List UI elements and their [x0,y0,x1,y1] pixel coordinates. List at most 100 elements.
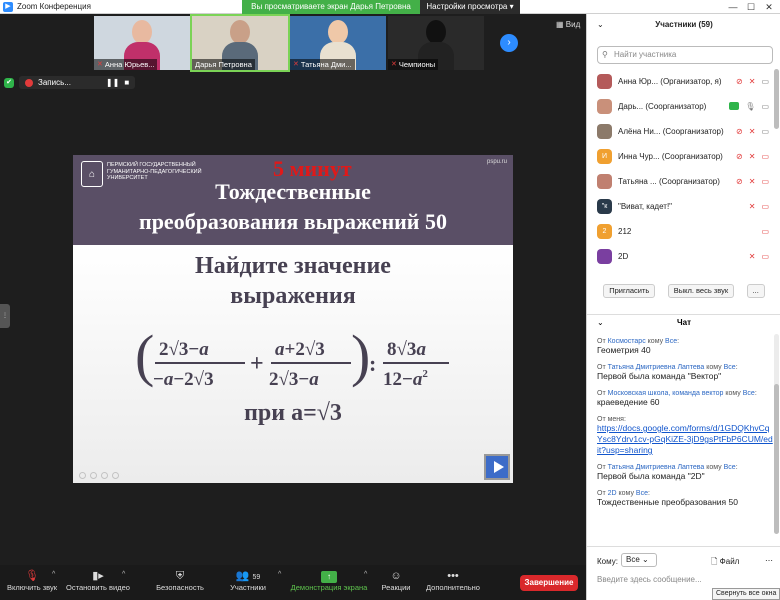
reactions-icon: ☺ [390,570,402,582]
participants-panel-header: ⌄ Участники (59) [587,20,780,34]
file-icon: 🗋 [711,557,718,566]
recipient-select[interactable]: Все ⌄ [621,553,657,567]
invite-button[interactable]: Пригласить [603,284,656,298]
participant-row[interactable]: 2 212 ▭ [587,219,773,244]
video-off-icon: ⊘ [736,177,743,186]
chevron-up-icon[interactable]: ^ [364,571,367,578]
message-meta: От меня: [597,416,626,423]
message-sender: 2D [607,490,617,497]
chat-more-icon[interactable]: ⋯ [765,556,773,565]
message-sender: Космостарс [607,338,646,345]
participant-status-icons: ▭ [761,227,769,236]
chevron-down-icon[interactable]: ⌄ [597,20,604,29]
maximize-icon[interactable]: ☐ [742,2,760,13]
from-label: От [597,490,606,497]
from-label: От меня [597,416,624,423]
participant-name-role: Дарь... (Соорганизатор) [618,102,706,111]
participants-button[interactable]: 👥 59 Участники ^ [224,569,281,592]
participant-name: Татьяна ... [618,177,657,186]
to-label: кому [706,364,722,371]
math-formula: ( 2√3−a −a−2√3 + a+2√3 2√3−a ) : 8√3a 12… [135,323,449,390]
participant-row[interactable]: 2D ✕ ▭ [587,244,773,269]
stop-video-button[interactable]: ▮▸ Остановить видео ^ [64,569,132,592]
close-icon[interactable]: ✕ [760,2,778,13]
minimize-icon[interactable]: — [724,2,742,12]
view-options-button[interactable]: Настройки просмотра ▾ [420,0,520,14]
slide-tool-icon[interactable] [112,472,119,479]
mic-off-icon: ✕ [293,61,299,68]
participant-row[interactable]: "к "Виват, кадет!" ✕ ▭ [587,194,773,219]
participant-search-input[interactable]: ⚲ Найти участника [597,46,773,64]
stop-video-label: Остановить видео [66,583,130,592]
message-link[interactable]: https://docs.google.com/forms/d/1GDQKhvC… [597,423,773,456]
view-button[interactable]: ▦ Вид [556,20,580,29]
participant-name: Чемпионы [398,60,436,69]
chevron-down-icon[interactable]: ⌄ [597,318,604,327]
video-tile[interactable]: ✕ Анна Юрьев... [94,16,190,70]
slide-next-icon[interactable] [484,454,510,480]
chat-message-input[interactable]: Введите здесь сообщение... [597,575,702,584]
mic-off-icon: ✕ [748,252,756,261]
chevron-up-icon[interactable]: ^ [278,571,281,578]
view-label: Вид [565,20,581,29]
video-tile[interactable]: ✕ Чемпионы [388,16,484,70]
slide-site: pspu.ru [486,159,507,165]
mic-off-icon: ✕ [748,177,756,186]
slide-tools [79,472,119,479]
more-button[interactable]: ••• Дополнительно [424,569,482,592]
participant-name-role: Алёна Ни... (Соорганизатор) [618,127,724,136]
more-label: Дополнительно [426,583,480,592]
to-label: кому [618,490,634,497]
participant-row[interactable]: Дарь... (Соорганизатор) 🎙 ▭ [587,94,773,119]
avatar: 2 [597,224,612,239]
mute-all-button[interactable]: Выкл. весь звук [667,284,735,298]
participant-row[interactable]: Алёна Ни... (Соорганизатор) ⊘ ✕ ▭ [587,119,773,144]
participant-row[interactable]: Татьяна ... (Соорганизатор) ⊘ ✕ ▭ [587,169,773,194]
end-meeting-button[interactable]: Завершение [520,575,578,591]
paren-close: ) [351,323,370,388]
reactions-button[interactable]: ☺ Реакции [378,569,414,592]
mic-on-icon: 🎙 [745,102,756,111]
fraction3-num: 8√3a [387,339,426,360]
from-label: От [597,364,606,371]
participant-name: 212 [618,227,632,236]
share-screen-button[interactable]: ↑ Демонстрация экрана ^ [290,569,368,592]
avatar: И [597,149,612,164]
message-sender: Татьяна Дмитриевна Лаптева [607,364,705,371]
stop-recording-icon[interactable]: ■ [124,78,129,87]
participants-scrollbar[interactable] [774,69,779,129]
mic-off-icon: ✕ [748,202,756,211]
panel-handle-icon[interactable]: ⋮ [0,304,10,328]
participant-head [230,20,250,44]
fraction3-den: 12−a2 [383,368,428,390]
chat-scrollbar-thumb[interactable] [774,384,779,534]
security-button[interactable]: ⛨ Безопасность [152,569,208,592]
participant-row[interactable]: И Инна Чур... (Соорганизатор) ⊘ ✕ ▭ [587,144,773,169]
slide-tool-icon[interactable] [79,472,86,479]
video-tile[interactable]: ✕ Татьяна Дми... [290,16,386,70]
recipient-value: Все [626,555,640,564]
message-text: Первой была команда "2D" [597,471,705,481]
participant-role: (Соорганизатор) [645,102,707,111]
participant-name-role: Татьяна ... (Соорганизатор) [618,177,720,186]
chevron-up-icon[interactable]: ^ [52,571,55,578]
video-name-tag: ✕ Чемпионы [388,59,439,70]
participant-name-role: Анна Юр... (Организатор, я) [618,77,722,86]
pause-recording-icon[interactable]: ❚❚ [106,78,119,87]
unmute-button[interactable]: 🎙 Включить звук ^ [4,569,60,592]
recording-indicator: Запись... ❚❚ ■ [19,76,136,89]
slide-tool-icon[interactable] [90,472,97,479]
slide-tool-icon[interactable] [101,472,108,479]
participants-panel-title: Участники (59) [655,20,713,29]
video-tile-active-speaker[interactable]: Дарья Петровна [190,14,290,72]
participant-status-icons: 🎙 ▭ [729,102,769,111]
file-button[interactable]: 🗋 Файл [711,556,739,570]
participant-name: Анна Юр... [618,77,659,86]
participant-row[interactable]: Анна Юр... (Организатор, я) ⊘ ✕ ▭ [587,69,773,94]
chevron-up-icon[interactable]: ^ [122,571,125,578]
chat-scrollbar[interactable] [774,334,779,534]
participants-more-button[interactable]: ... [746,284,765,298]
participant-name: Дарья Петровна [195,60,252,69]
record-icon [25,78,33,87]
next-page-icon[interactable]: › [500,34,518,52]
